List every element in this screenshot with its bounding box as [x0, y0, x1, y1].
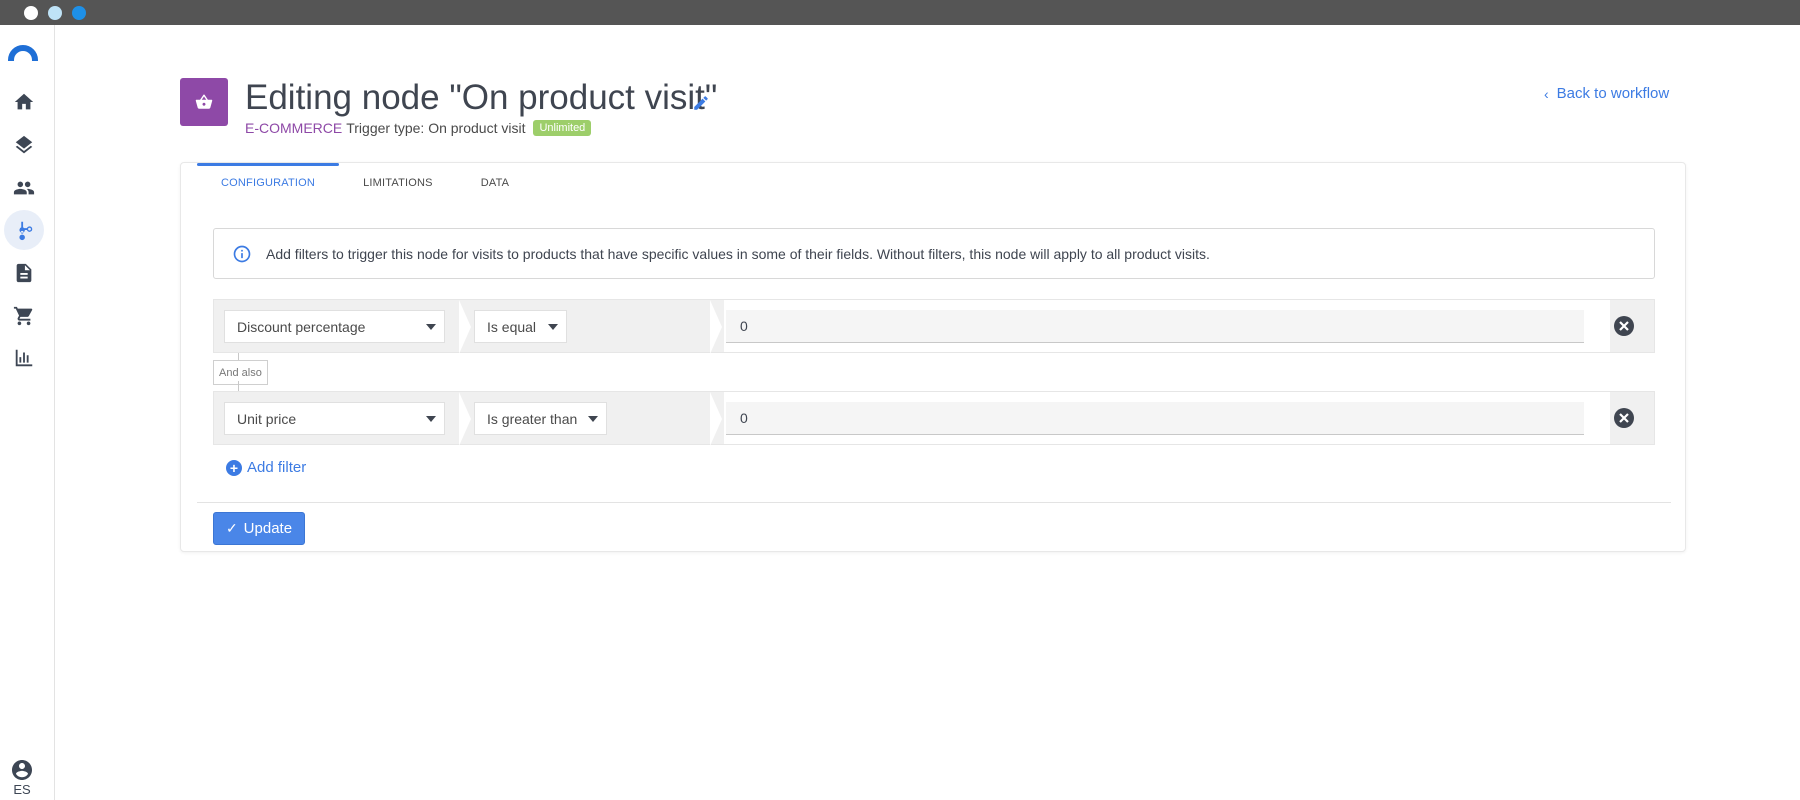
tab-configuration[interactable]: CONFIGURATION [197, 163, 340, 203]
user-account-icon[interactable] [10, 758, 34, 782]
card-divider [197, 502, 1671, 503]
edit-pencil-icon[interactable] [692, 94, 710, 112]
caret-down-icon [426, 416, 436, 422]
window-maximize-dot[interactable] [72, 6, 86, 20]
filter-value-input[interactable] [726, 310, 1584, 343]
tab-bar: CONFIGURATION LIMITATIONS DATA [197, 163, 533, 203]
home-icon[interactable] [4, 82, 44, 122]
filter-connector-line [238, 381, 239, 391]
remove-filter-icon[interactable] [1614, 408, 1634, 428]
info-message: Add filters to trigger this node for vis… [213, 228, 1655, 279]
filter-row: Discount percentage Is equal [213, 299, 1655, 354]
chevron-left-icon: ‹ [1544, 85, 1549, 102]
filter-operator-value: Is equal [487, 318, 537, 335]
filter-field-value: Unit price [237, 410, 297, 427]
filter-operator-select[interactable]: Is equal [474, 310, 567, 343]
filter-field-value: Discount percentage [237, 318, 366, 335]
window-titlebar [0, 0, 1800, 25]
cart-icon[interactable] [4, 296, 44, 336]
add-filter-label: Add filter [247, 459, 307, 476]
add-circle-icon: + [226, 459, 242, 476]
add-filter-button[interactable]: + Add filter [226, 459, 306, 476]
window-minimize-dot[interactable] [48, 6, 62, 20]
document-icon[interactable] [4, 253, 44, 293]
row-arrow-divider [459, 392, 471, 446]
node-config-card: CONFIGURATION LIMITATIONS DATA Add filte… [180, 162, 1686, 552]
info-text: Add filters to trigger this node for vis… [266, 245, 1210, 262]
filter-row: Unit price Is greater than [213, 391, 1655, 446]
people-icon[interactable] [4, 168, 44, 208]
node-subtitle: E-COMMERCE Trigger type: On product visi… [245, 120, 592, 136]
filter-field-select[interactable]: Discount percentage [224, 310, 445, 343]
page-title: Editing node "On product visit" [245, 78, 718, 117]
caret-down-icon [588, 416, 598, 422]
back-to-workflow-link[interactable]: ‹ Back to workflow [1544, 85, 1669, 102]
filter-field-select[interactable]: Unit price [224, 402, 445, 435]
row-arrow-divider [459, 300, 471, 354]
chart-icon[interactable] [4, 338, 44, 378]
node-category: E-COMMERCE [245, 120, 343, 136]
layers-icon[interactable] [4, 125, 44, 165]
unlimited-badge: Unlimited [533, 120, 592, 136]
caret-down-icon [426, 324, 436, 330]
window-close-dot[interactable] [24, 6, 38, 20]
update-button[interactable]: ✓ Update [213, 512, 305, 545]
sidebar: ES [0, 25, 55, 800]
trigger-type-label: Trigger type: On product visit [346, 120, 526, 136]
app-logo[interactable] [8, 45, 38, 61]
workflow-icon[interactable] [4, 210, 44, 250]
tab-limitations[interactable]: LIMITATIONS [339, 163, 457, 203]
filter-value-input[interactable] [726, 402, 1584, 435]
and-also-label: And also [213, 360, 268, 385]
back-link-label: Back to workflow [1556, 85, 1670, 102]
filter-operator-select[interactable]: Is greater than [474, 402, 607, 435]
update-button-label: Update [243, 520, 293, 537]
tab-data[interactable]: DATA [457, 163, 534, 203]
row-arrow-divider [710, 300, 722, 354]
check-icon: ✓ [225, 520, 238, 536]
remove-filter-icon[interactable] [1614, 316, 1634, 336]
row-arrow-divider [710, 392, 722, 446]
caret-down-icon [548, 324, 558, 330]
info-icon [232, 244, 252, 264]
filter-operator-value: Is greater than [487, 410, 578, 427]
language-label[interactable]: ES [0, 782, 44, 797]
node-basket-icon [180, 78, 228, 126]
